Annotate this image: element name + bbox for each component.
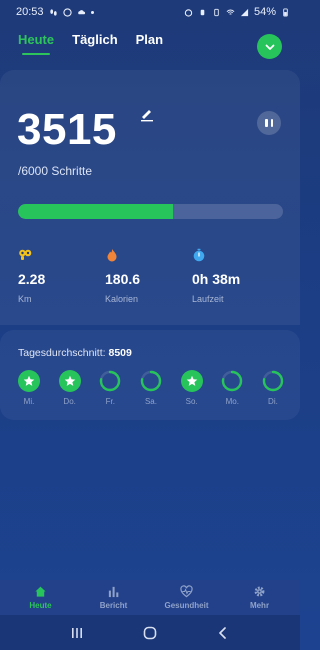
battery-percent: 54% [253,6,276,18]
day-label: So. [185,397,198,406]
chevron-down-icon [265,44,274,50]
day-goal-progress [221,370,243,392]
calories-value: 180.6 [105,271,141,287]
stat-duration: 0h 38m Laufzeit [192,248,272,304]
cloud-notification-icon [77,9,85,14]
nav-heute[interactable]: Heute [6,585,76,610]
nav-mehr-label: Mehr [249,601,270,610]
day-goal-reached [18,370,40,392]
week-days-row: Mi. Do. Fr. Sa. So. Mo. Di. [18,370,284,406]
mute-icon [200,9,205,15]
footprints-icon [19,249,32,260]
signal-icon [240,8,249,16]
day-label: Mo. [225,397,239,406]
flame-icon [107,249,117,262]
steps-goal: /6000 Schritte [18,164,93,178]
nav-gesundheit[interactable]: Gesundheit [152,585,222,610]
day-label: Sa. [144,397,157,406]
pause-icon-bar-right [270,119,273,127]
day-item[interactable]: Fr. [99,370,121,406]
day-label: Di. [268,397,278,406]
nav-bericht-label: Bericht [99,601,128,610]
progress-ring-icon [222,370,243,392]
day-item[interactable]: So. [180,370,203,406]
stat-calories: 180.6 Kalorien [105,248,185,304]
day-goal-progress [99,370,121,392]
heart-pulse-icon [180,585,193,598]
star-icon [186,375,197,386]
footprints-notification-icon [49,8,57,16]
tab-taeglich[interactable]: Täglich [72,32,118,55]
day-item[interactable]: Do. [58,370,81,406]
battery-icon [283,7,288,17]
steps-progress-bar [18,204,283,219]
gear-icon [254,586,265,597]
battery-saver-icon [214,8,219,16]
daily-average-label: Tagesdurchschnitt: [18,347,106,359]
star-icon [64,375,75,386]
day-goal-progress [140,370,162,392]
pause-button[interactable] [257,111,281,135]
calories-label: Kalorien [105,294,139,304]
nav-mehr[interactable]: Mehr [225,585,295,610]
daily-average-title: Tagesdurchschnitt: 8509 [18,347,132,359]
wifi-icon [226,9,235,15]
day-item[interactable]: Mi. [18,370,40,406]
top-tabs: Heute Täglich Plan [18,32,163,55]
tab-plan[interactable]: Plan [136,32,163,55]
day-label: Fr. [105,397,115,406]
message-notification-icon [62,7,72,17]
expand-menu-button[interactable] [257,34,282,59]
progress-ring-icon [100,370,121,392]
stat-distance: 2.28 Km [18,248,98,304]
day-goal-reached [58,370,81,392]
bar-chart-icon [108,586,119,598]
day-item[interactable]: Sa. [140,370,162,406]
home-icon [35,586,46,597]
nav-bericht[interactable]: Bericht [79,585,149,610]
nav-gesundheit-label: Gesundheit [164,601,209,610]
status-time: 20:53 [16,6,44,18]
duration-value: 0h 38m [192,271,241,287]
day-label: Do. [63,397,76,406]
bottom-navigation: Heute Bericht Gesundheit Mehr [0,580,300,615]
day-goal-reached [180,370,203,392]
day-goal-progress [262,370,284,392]
stopwatch-icon [193,248,205,262]
edit-pencil-icon[interactable] [139,106,155,122]
home-button-icon[interactable] [143,626,157,640]
progress-ring-icon [262,370,284,392]
steps-progress-fill [18,204,174,219]
daily-average-value: 8509 [108,347,132,359]
recent-apps-icon[interactable] [70,626,84,640]
day-item[interactable]: Di. [262,370,284,406]
status-bar: 20:53 54% [0,0,300,24]
steps-count: 3515 [17,105,117,154]
distance-value: 2.28 [18,271,46,287]
alarm-icon [184,8,193,17]
back-icon[interactable] [216,626,230,640]
more-notifications-dot [90,10,94,14]
day-item[interactable]: Mo. [221,370,243,406]
system-navigation-bar [0,615,300,650]
nav-heute-label: Heute [29,601,52,610]
progress-ring-icon [140,370,162,392]
duration-label: Laufzeit [192,294,224,304]
star-icon [23,375,35,386]
distance-label: Km [18,294,32,304]
day-label: Mi. [23,397,35,406]
tab-heute[interactable]: Heute [18,32,54,55]
pause-icon-bar-left [265,119,268,127]
